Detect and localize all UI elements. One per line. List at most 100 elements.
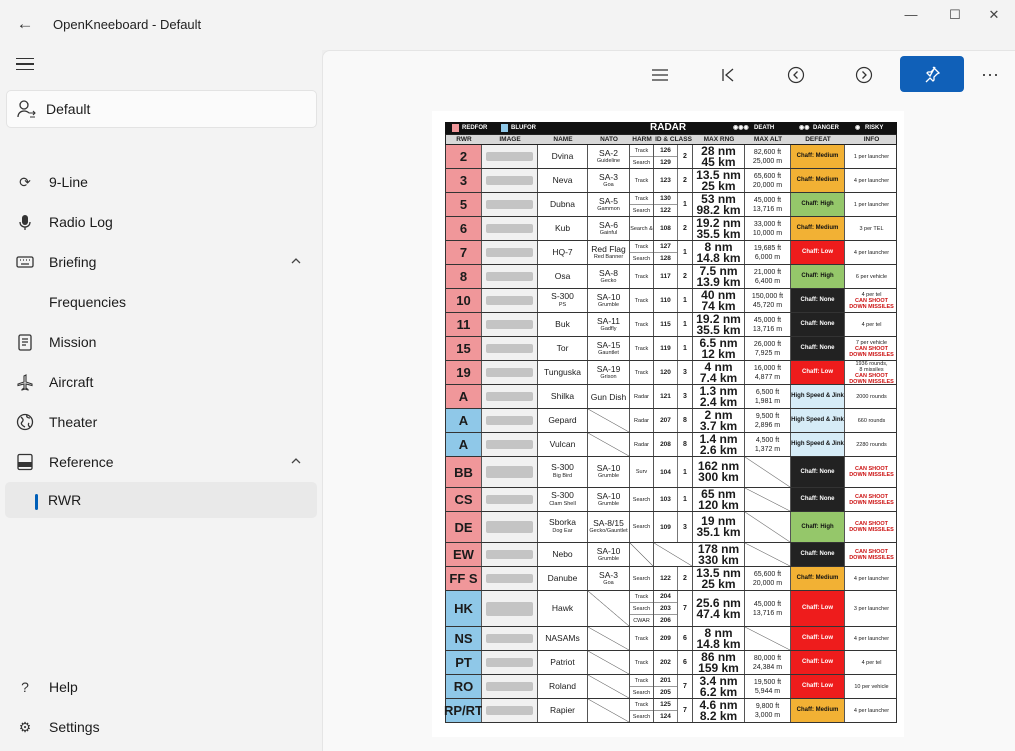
nav-frequencies[interactable]: Frequencies xyxy=(0,282,322,322)
column-header: RWR xyxy=(456,136,472,143)
profile-switcher[interactable]: Default xyxy=(6,90,317,128)
vehicle-image xyxy=(482,543,538,566)
name-text: Kub xyxy=(554,223,571,233)
nato-name: SA-3 Goa xyxy=(588,567,630,590)
vehicle-silhouette xyxy=(486,343,533,354)
harm-modes: Track xyxy=(630,313,654,336)
more-options-button[interactable]: ··· xyxy=(976,60,1004,88)
nato-name xyxy=(588,651,630,674)
harm-mode: Track xyxy=(634,178,649,184)
name-sub: PS xyxy=(558,301,567,308)
pin-button[interactable] xyxy=(900,56,964,92)
max-range: 1.3 nm 2.4 km xyxy=(693,385,745,408)
altitude-value: 5,944 m xyxy=(754,687,781,695)
harm-mode: Track xyxy=(634,322,649,328)
back-arrow-icon[interactable]: ← xyxy=(14,13,36,35)
vehicle-silhouette xyxy=(486,633,533,644)
radar-class: 6 xyxy=(683,659,687,666)
close-button[interactable]: ✕ xyxy=(971,5,1015,25)
rwr-symbol: 10 xyxy=(446,289,482,312)
legend-death: DEATH xyxy=(754,125,775,131)
radar-id: 129 xyxy=(660,159,671,166)
hamburger-menu-icon[interactable] xyxy=(16,58,34,72)
chevron-up-icon[interactable] xyxy=(288,453,304,469)
vehicle-image xyxy=(482,361,538,384)
max-range: 6.5 nm 12 km xyxy=(693,337,745,360)
minimize-button[interactable]: — xyxy=(888,5,934,25)
nav-mission[interactable]: Mission xyxy=(0,322,322,362)
nav-reference[interactable]: Reference xyxy=(0,442,322,482)
info-notes: 10 per vehicle xyxy=(845,675,898,698)
nav-theater[interactable]: Theater xyxy=(0,402,322,442)
nav-help[interactable]: ? Help xyxy=(0,667,322,707)
range-value: 8.2 km xyxy=(699,708,738,723)
nav-label: Help xyxy=(49,679,78,695)
info-notes: 4 per launcher xyxy=(845,567,898,590)
legend-blufor: BLUFOR xyxy=(511,125,536,131)
vehicle-silhouette xyxy=(486,391,533,402)
redfor-swatch xyxy=(452,124,459,132)
previous-page-icon[interactable] xyxy=(779,58,813,92)
nato-text: SA-10 xyxy=(596,291,621,302)
page-list-icon[interactable] xyxy=(643,58,677,92)
altitude-value: 65,600 ft xyxy=(753,172,782,180)
nato-name xyxy=(588,591,630,626)
rwr-symbol: 8 xyxy=(446,265,482,288)
id-list: 104 xyxy=(654,457,678,487)
rwr-symbol: NS xyxy=(446,627,482,650)
altitude-value: 45,000 ft xyxy=(753,196,782,204)
nav-aircraft[interactable]: Aircraft xyxy=(0,362,322,402)
nav-briefing[interactable]: Briefing xyxy=(0,242,322,282)
vehicle-image xyxy=(482,265,538,288)
vehicle-silhouette xyxy=(486,295,533,306)
max-altitude: 19,500 ft 5,944 m xyxy=(745,675,791,698)
nato-name: SA-3 Goa xyxy=(588,169,630,192)
radar-id: 130 xyxy=(654,193,677,205)
refresh-icon: ⟳ xyxy=(19,174,31,190)
id-class: 125 124 7 xyxy=(654,699,693,722)
id-list: 119 xyxy=(654,337,678,360)
range-value: 25 km xyxy=(701,576,736,591)
harm-modes: Track xyxy=(630,651,654,674)
harm-mode: CWAR xyxy=(633,618,650,624)
info-notes: CAN SHOOT DOWN MISSILES xyxy=(845,457,898,487)
defeat-method: Chaff: Low xyxy=(791,591,845,626)
nav-rwr[interactable]: RWR xyxy=(5,482,317,518)
nato-name: Gun Dish xyxy=(588,385,630,408)
rwr-symbol: HK xyxy=(446,591,482,626)
info-text: 1 per launcher xyxy=(853,153,890,160)
chevron-up-icon[interactable] xyxy=(288,253,304,269)
nav-9-line[interactable]: ⟳ 9-Line xyxy=(0,162,322,202)
harm-mode: Track xyxy=(630,675,653,687)
first-page-icon[interactable] xyxy=(711,58,745,92)
nato-name xyxy=(588,409,630,432)
rwr-symbol: RO xyxy=(446,675,482,698)
info-text: 4 per launcher xyxy=(853,177,890,184)
system-name: Osa xyxy=(538,265,588,288)
system-name: Tor xyxy=(538,337,588,360)
altitude-value: 9,500 ft xyxy=(755,412,780,420)
nav-settings[interactable]: ⚙ Settings xyxy=(0,707,322,747)
nav-radio-log[interactable]: Radio Log xyxy=(0,202,322,242)
radar-id: 122 xyxy=(660,207,671,214)
range-value: 2.6 km xyxy=(699,442,738,457)
vehicle-image xyxy=(482,675,538,698)
altitude-value: 6,000 m xyxy=(754,253,781,261)
harm-modes: Track Search CWAR xyxy=(630,591,654,626)
harm-modes: Track Search xyxy=(630,193,654,216)
harm-modes xyxy=(630,543,654,566)
next-page-icon[interactable] xyxy=(847,58,881,92)
harm-modes: Search xyxy=(630,512,654,542)
vehicle-image xyxy=(482,337,538,360)
table-row: 8 Osa SA-8 Gecko Track 117 2 7.5 nm 13.9 km 21,00… xyxy=(445,265,897,289)
harm-mode: Search xyxy=(632,714,651,720)
vehicle-silhouette xyxy=(486,271,533,282)
table-row: 6KubSA-6GainfulSearch & Track108219.2 nm… xyxy=(445,217,897,256)
radar-id: 208 xyxy=(660,441,671,448)
info-notes: 4 per launcher xyxy=(845,699,898,722)
id-class: 121 3 xyxy=(654,385,693,408)
radar-class: 1 xyxy=(683,249,687,256)
altitude-value: 13,716 m xyxy=(752,325,783,333)
altitude-value: 4,877 m xyxy=(754,373,781,381)
chart-title: RADAR xyxy=(650,122,687,133)
